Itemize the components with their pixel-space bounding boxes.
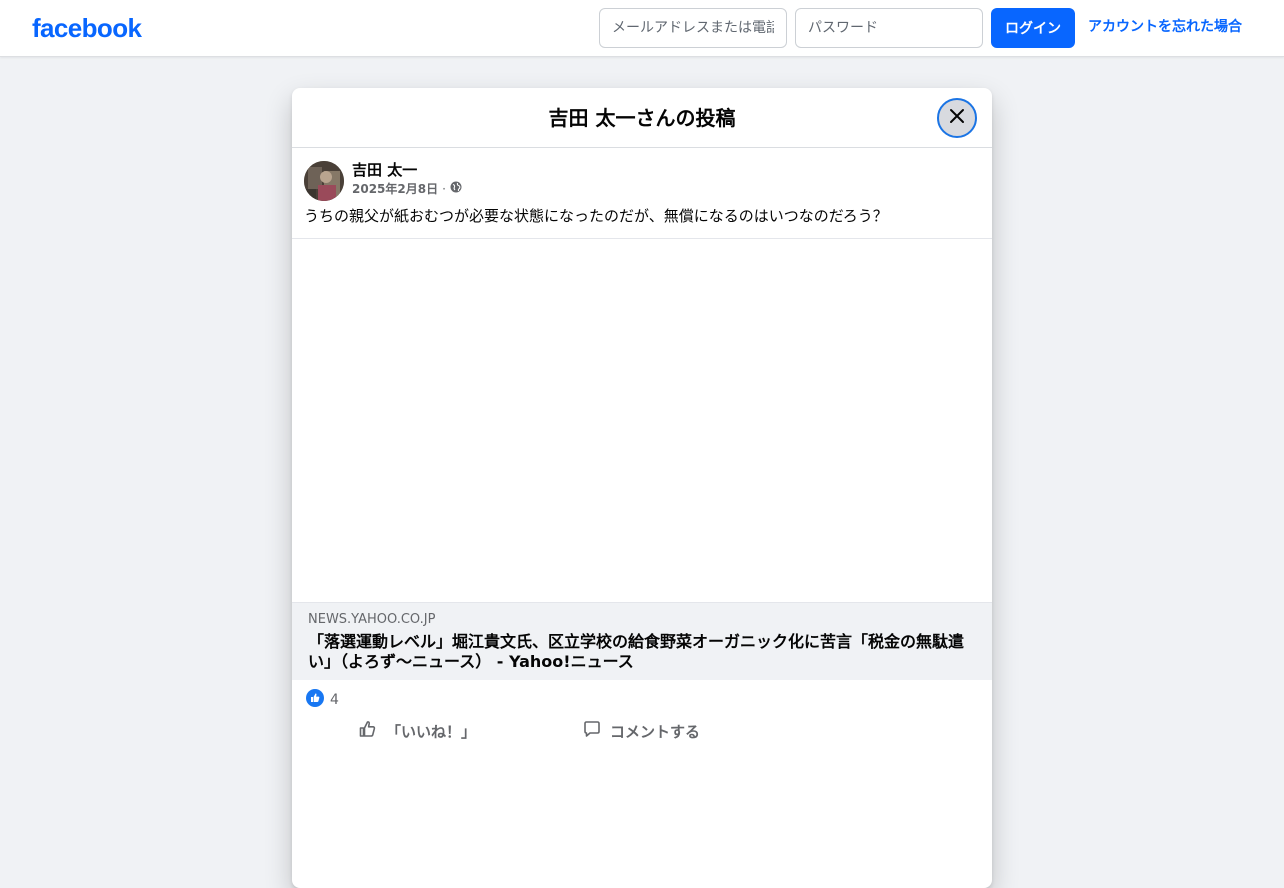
email-field[interactable] bbox=[599, 8, 787, 48]
author-avatar[interactable] bbox=[304, 161, 344, 201]
comment-label: コメントする bbox=[610, 722, 701, 741]
comment-button[interactable]: コメントする bbox=[582, 716, 700, 746]
meta-separator: · bbox=[442, 182, 446, 196]
post-date[interactable]: 2025年2月8日 bbox=[352, 181, 438, 197]
forgot-account-link[interactable]: アカウントを忘れた場合 bbox=[1088, 17, 1242, 37]
action-bar: 「いいね！」 コメントする bbox=[292, 716, 992, 746]
author-name[interactable]: 吉田 太一 bbox=[352, 160, 417, 180]
post-text: うちの親父が紙おむつが必要な状態になったのだが、無償になるのはいつなのだろう？ bbox=[304, 207, 888, 225]
close-button[interactable] bbox=[937, 98, 977, 138]
like-reaction-icon bbox=[306, 689, 324, 711]
reaction-summary[interactable]: 4 bbox=[306, 689, 339, 711]
modal-title: 吉田 太一さんの投稿 bbox=[548, 106, 736, 130]
post-modal: 吉田 太一さんの投稿 吉田 太一 2025年2月8日 · うちの親父が紙おむつが… bbox=[292, 88, 992, 888]
like-label: 「いいね！」 bbox=[386, 722, 477, 741]
link-domain: NEWS.YAHOO.CO.JP bbox=[308, 612, 436, 627]
comment-icon bbox=[582, 719, 602, 743]
thumbs-up-icon bbox=[358, 719, 378, 743]
link-preview-image[interactable] bbox=[292, 239, 992, 602]
link-title[interactable]: 「落選運動レベル」堀江貴文氏、区立学校の給食野菜オーガニック化に苦言「税金の無駄… bbox=[308, 632, 976, 672]
top-bar: facebook ログイン アカウントを忘れた場合 bbox=[0, 0, 1284, 57]
globe-icon bbox=[450, 181, 462, 197]
modal-header: 吉田 太一さんの投稿 bbox=[292, 88, 992, 148]
facebook-logo[interactable]: facebook bbox=[32, 12, 142, 44]
link-preview-card[interactable]: NEWS.YAHOO.CO.JP 「落選運動レベル」堀江貴文氏、区立学校の給食野… bbox=[292, 602, 992, 680]
login-button[interactable]: ログイン bbox=[991, 8, 1075, 48]
password-field[interactable] bbox=[795, 8, 983, 48]
reaction-count: 4 bbox=[330, 692, 339, 708]
like-button[interactable]: 「いいね！」 bbox=[358, 716, 476, 746]
post-meta: 2025年2月8日 · bbox=[352, 181, 462, 197]
close-icon bbox=[947, 106, 967, 130]
